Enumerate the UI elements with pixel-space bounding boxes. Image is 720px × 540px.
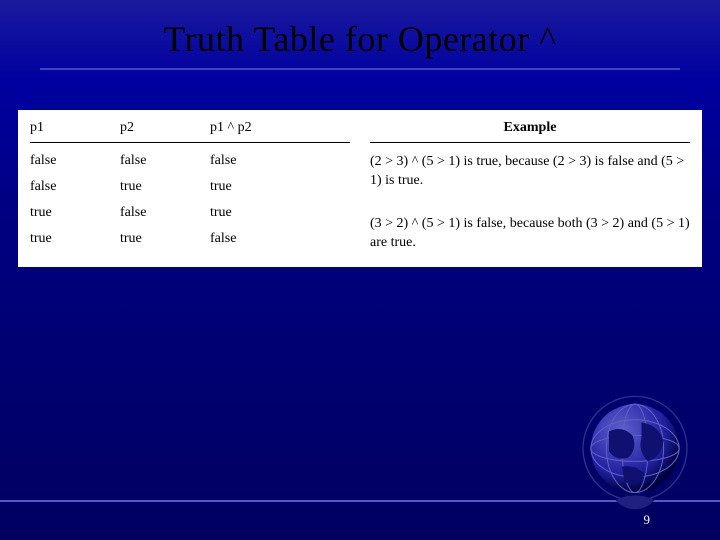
cell-p2: true (120, 231, 210, 247)
table-row: true true false (30, 221, 350, 247)
example-column: Example (2 > 3) ^ (5 > 1) is true, becau… (370, 120, 690, 253)
example-item: (3 > 2) ^ (5 > 1) is false, because both… (370, 205, 690, 253)
example-item: (2 > 3) ^ (5 > 1) is true, because (2 > … (370, 143, 690, 191)
content-panel: p1 p2 p1 ^ p2 false false false false tr… (18, 110, 702, 267)
col-header-p2: p2 (120, 120, 210, 136)
col-header-p1: p1 (30, 120, 120, 136)
cell-p2: false (120, 153, 210, 169)
cell-result: true (210, 179, 320, 195)
example-heading: Example (370, 120, 690, 143)
table-row: false true true (30, 169, 350, 195)
cell-result: false (210, 231, 320, 247)
title-underline (40, 68, 680, 70)
table-row: false false false (30, 143, 350, 169)
cell-p1: true (30, 231, 120, 247)
cell-p1: false (30, 153, 120, 169)
col-header-result: p1 ^ p2 (210, 120, 320, 136)
table-header-row: p1 p2 p1 ^ p2 (30, 120, 350, 143)
cell-p1: true (30, 205, 120, 221)
cell-result: false (210, 153, 320, 169)
cell-result: true (210, 205, 320, 221)
table-row: true false true (30, 195, 350, 221)
cell-p1: false (30, 179, 120, 195)
truth-table: p1 p2 p1 ^ p2 false false false false tr… (30, 120, 350, 253)
cell-p2: true (120, 179, 210, 195)
globe-icon (570, 386, 700, 516)
cell-p2: false (120, 205, 210, 221)
slide-title: Truth Table for Operator ^ (0, 0, 720, 68)
page-number: 9 (644, 512, 651, 528)
